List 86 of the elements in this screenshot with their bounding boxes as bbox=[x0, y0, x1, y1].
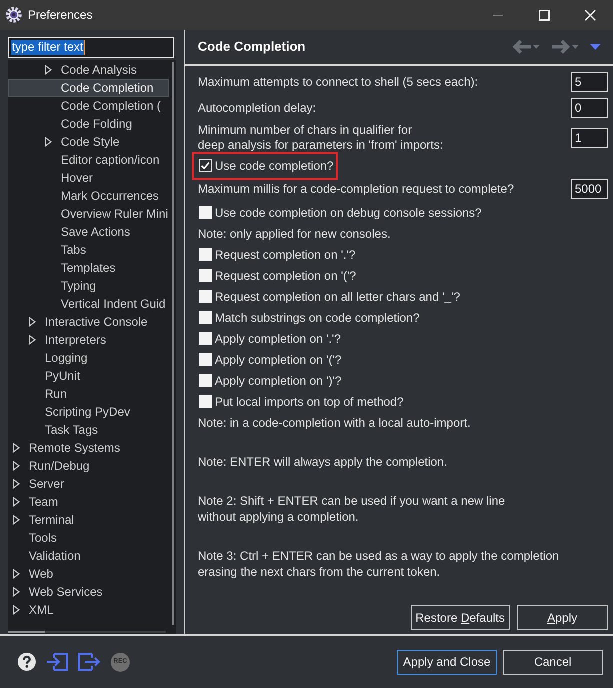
gear-icon bbox=[6, 7, 22, 23]
checkbox[interactable] bbox=[199, 248, 212, 261]
note-text: Note: only applied for new consoles. bbox=[198, 226, 392, 242]
note-text: Note: ENTER will always apply the completion. bbox=[198, 454, 448, 470]
tree-item[interactable]: Code Completion ( bbox=[8, 97, 169, 115]
horizontal-scrollbar-track[interactable] bbox=[8, 631, 166, 633]
arrow-into-box-icon[interactable] bbox=[46, 653, 68, 671]
tree-item[interactable]: Team bbox=[8, 493, 169, 511]
tree-item[interactable]: Code Style bbox=[8, 133, 169, 151]
checkbox-label[interactable]: Apply completion on '('? bbox=[215, 350, 342, 368]
setting-label: Minimum number of chars in qualifier for deep analysis for parameters in 'from' imports: bbox=[198, 123, 444, 153]
maximize-icon[interactable] bbox=[538, 10, 550, 20]
tree-item[interactable]: Logging bbox=[8, 349, 169, 367]
tree-item[interactable]: Tools bbox=[8, 529, 169, 547]
tree-item[interactable]: Terminal bbox=[8, 511, 169, 529]
help-icon[interactable] bbox=[18, 653, 36, 671]
checkbox[interactable] bbox=[199, 353, 212, 366]
close-icon[interactable] bbox=[584, 10, 596, 20]
checkbox-label[interactable]: Use code completion? bbox=[215, 156, 334, 174]
dialog-button[interactable]: Apply and Close bbox=[397, 650, 497, 674]
checkbox[interactable] bbox=[199, 290, 212, 303]
tree-item[interactable]: Task Tags bbox=[8, 421, 169, 439]
filter-field[interactable]: type filter text bbox=[8, 37, 174, 58]
checkbox[interactable] bbox=[199, 159, 212, 172]
tree-item[interactable]: Overview Ruler Mini bbox=[8, 205, 169, 223]
tree-item[interactable]: Server bbox=[8, 475, 169, 493]
tree-item[interactable]: Interpreters bbox=[8, 331, 169, 349]
vertical-scrollbar-thumb[interactable] bbox=[172, 62, 174, 625]
tree-item[interactable]: XML bbox=[8, 601, 169, 619]
page-title: Code Completion bbox=[198, 38, 306, 56]
note-text: Note 3: Ctrl + ENTER can be used as a way to apply the completion erasing the next chars from the current token. bbox=[198, 548, 560, 580]
number-field[interactable]: 0 bbox=[571, 98, 608, 118]
checkbox[interactable] bbox=[199, 332, 212, 345]
checkbox[interactable] bbox=[199, 374, 212, 387]
checkbox[interactable] bbox=[199, 395, 212, 408]
checkbox-label[interactable]: Put local imports on top of method? bbox=[215, 392, 404, 410]
checkbox-label[interactable]: Apply completion on ')'? bbox=[215, 372, 342, 390]
expand-triangle-icon[interactable] bbox=[45, 137, 52, 147]
setting-label: Maximum millis for a code-completion request to complete? bbox=[198, 182, 514, 196]
tree-item[interactable]: Web Services bbox=[8, 583, 169, 601]
tree-item[interactable]: Editor caption/icon bbox=[8, 151, 169, 169]
checkbox-label[interactable]: Use code completion on debug console sessions? bbox=[215, 204, 482, 222]
horizontal-scrollbar-thumb[interactable] bbox=[8, 631, 45, 633]
tree-item[interactable]: Scripting PyDev bbox=[8, 403, 169, 421]
number-field[interactable]: 1 bbox=[571, 128, 608, 148]
checkbox[interactable] bbox=[199, 206, 212, 219]
tree-item[interactable]: Run bbox=[8, 385, 169, 403]
tree-item[interactable]: Save Actions bbox=[8, 223, 169, 241]
checkmark-icon bbox=[201, 162, 210, 170]
dialog-button[interactable]: Cancel bbox=[503, 650, 603, 674]
tree-item[interactable]: Validation bbox=[8, 547, 169, 565]
tree-item[interactable]: Templates bbox=[8, 259, 169, 277]
tree-item[interactable]: Interactive Console bbox=[8, 313, 169, 331]
tree-item[interactable]: Hover bbox=[8, 169, 169, 187]
tree-item[interactable]: PyUnit bbox=[8, 367, 169, 385]
tree-item[interactable]: Web bbox=[8, 565, 169, 583]
note-text: Note 2: Shift + ENTER can be used if you want a new line without applying a completion. bbox=[198, 492, 506, 526]
checkbox-label[interactable]: Request completion on all letter chars and '_'? bbox=[215, 288, 460, 306]
expand-triangle-icon[interactable] bbox=[45, 65, 52, 75]
tree-item[interactable]: Remote Systems bbox=[8, 439, 169, 457]
arrow-out-of-box-icon[interactable] bbox=[78, 653, 101, 671]
setting-label: Autocompletion delay: bbox=[198, 100, 316, 116]
tree-item[interactable]: Mark Occurrences bbox=[8, 187, 169, 205]
tree-item[interactable]: Code Folding bbox=[8, 115, 169, 133]
setting-label: Maximum attempts to connect to shell (5 secs each): bbox=[198, 74, 478, 90]
checkbox[interactable] bbox=[199, 269, 212, 282]
tree-item[interactable]: Run/Debug bbox=[8, 457, 169, 475]
checkbox-label[interactable]: Match substrings on code completion? bbox=[215, 308, 420, 326]
page-button[interactable]: Apply bbox=[517, 605, 608, 630]
tree-item[interactable]: Vertical Indent Guid bbox=[8, 295, 169, 313]
checkbox-label[interactable]: Request completion on '('? bbox=[215, 266, 356, 284]
tree-item[interactable]: Tabs bbox=[8, 241, 169, 259]
number-field[interactable]: 5000 bbox=[571, 179, 608, 199]
tree-item[interactable]: Code Completion bbox=[8, 79, 169, 97]
tree-item[interactable]: Typing bbox=[8, 277, 169, 295]
view-menu-icon[interactable] bbox=[590, 44, 601, 50]
page-button[interactable]: Restore Defaults bbox=[410, 605, 510, 630]
checkbox-label[interactable]: Request completion on '.'? bbox=[215, 246, 356, 264]
note-text: Note: in a code-completion with a local auto-import. bbox=[198, 414, 472, 432]
dropdown-caret-icon[interactable] bbox=[533, 45, 540, 49]
window-title: Preferences bbox=[28, 7, 93, 24]
checkbox[interactable] bbox=[199, 311, 212, 324]
tree-item[interactable]: Code Analysis bbox=[8, 61, 169, 79]
dropdown-caret-icon[interactable] bbox=[572, 45, 579, 49]
number-field[interactable]: 5 bbox=[571, 72, 608, 92]
checkbox-label[interactable]: Apply completion on '.'? bbox=[215, 330, 341, 348]
